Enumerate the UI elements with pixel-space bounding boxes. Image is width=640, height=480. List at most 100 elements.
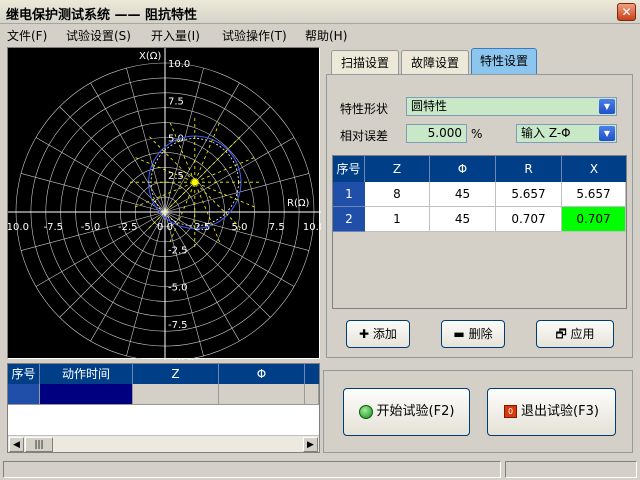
char-cell-x-selected[interactable]: 0.707 (562, 207, 626, 232)
start-label: 开始试验(F2) (376, 404, 455, 419)
x-tick-label: -5.0 (81, 222, 101, 233)
close-button[interactable]: ✕ (617, 3, 636, 21)
tab-scan-settings[interactable]: 扫描设置 (331, 50, 399, 76)
char-cell-phi[interactable]: 45 (430, 182, 496, 207)
results-header-time: 动作时间 (40, 364, 133, 384)
error-label: 相对误差 (340, 129, 389, 143)
add-button[interactable]: ✚ 添加 (346, 320, 410, 348)
x-tick-label: -7.5 (43, 222, 63, 233)
characteristic-tab-body: 特性形状 圆特性 ▼ 相对误差 5.000 % 输入 Z-Φ ▼ 序号 Z Φ … (326, 74, 633, 358)
char-cell-r[interactable]: 5.657 (496, 182, 562, 207)
char-cell-z[interactable]: 1 (365, 207, 430, 232)
grid-radial-line (164, 137, 295, 213)
start-test-button[interactable]: 开始试验(F2) (343, 388, 470, 436)
error-unit: % (471, 127, 483, 141)
apply-button[interactable]: 🗗 应用 (536, 320, 614, 348)
y-tick-label: -10.0 (168, 357, 194, 360)
y-axis-label: X(Ω) (139, 51, 161, 62)
results-cell-phi[interactable] (219, 384, 305, 405)
x-tick-label: 10.0 (303, 222, 321, 233)
menu-bar: 文件(F) 试验设置(S) 开入量(I) 试验操作(T) 帮助(H) (0, 24, 640, 44)
x-tick-label: -2.5 (118, 222, 138, 233)
settings-panel: 扫描设置 故障设置 特性设置 特性形状 圆特性 ▼ 相对误差 5.000 % 输… (323, 47, 633, 358)
menu-help[interactable]: 帮助(H) (305, 27, 347, 44)
plus-icon: ✚ (359, 327, 373, 341)
window-title: 继电保护测试系统 —— 阻抗特性 (6, 8, 198, 23)
grid-radial-line (126, 211, 166, 357)
x-tick-label: 0.0 (157, 222, 173, 233)
char-header-z: Z (365, 156, 430, 182)
grid-radial-line (164, 211, 271, 318)
impedance-plot-svg: -10.0-7.5-5.0-2.50.02.55.07.510.010.07.5… (8, 48, 321, 360)
char-cell-x[interactable]: 5.657 (562, 182, 626, 207)
char-header-r: R (496, 156, 562, 182)
status-bar (0, 459, 640, 480)
x-axis-label: R(Ω) (287, 198, 309, 209)
char-row-header[interactable]: 2 (333, 207, 365, 232)
shape-value: 圆特性 (411, 99, 448, 113)
x-tick-label: 5.0 (232, 222, 248, 233)
menu-test-settings[interactable]: 试验设置(S) (66, 27, 131, 44)
menu-binary-input[interactable]: 开入量(I) (151, 27, 200, 44)
y-tick-label: -2.5 (168, 245, 188, 256)
results-header-z: Z (133, 364, 219, 384)
shape-label: 特性形状 (340, 102, 389, 116)
char-header-x: X (562, 156, 626, 182)
tab-characteristic-settings[interactable]: 特性设置 (471, 48, 537, 76)
grid-radial-line (59, 106, 166, 213)
results-hscrollbar[interactable]: ◀ ||| ▶ (8, 435, 319, 452)
title-bar: 继电保护测试系统 —— 阻抗特性 ✕ (0, 0, 640, 24)
grid-radial-line (35, 137, 166, 213)
char-cell-z[interactable]: 8 (365, 182, 430, 207)
minus-icon: ▬ (453, 327, 469, 341)
add-label: 添加 (372, 327, 397, 341)
results-row-selector[interactable] (8, 384, 40, 405)
action-panel: 开始试验(F2) 0 退出试验(F3) (323, 370, 633, 453)
menu-file[interactable]: 文件(F) (7, 27, 47, 44)
y-tick-label: 7.5 (168, 96, 184, 107)
status-pane-right (505, 461, 637, 478)
char-row-header[interactable]: 1 (333, 182, 365, 207)
scroll-left-icon[interactable]: ◀ (9, 437, 24, 452)
tab-fault-settings[interactable]: 故障设置 (401, 50, 469, 76)
grid-radial-line (20, 173, 166, 213)
results-cell-z[interactable] (133, 384, 219, 405)
input-mode-select[interactable]: 输入 Z-Φ ▼ (516, 124, 617, 143)
shape-select[interactable]: 圆特性 ▼ (406, 97, 617, 116)
chevron-down-icon[interactable]: ▼ (599, 126, 615, 141)
char-header-no: 序号 (333, 156, 365, 182)
x-tick-label: -10.0 (8, 222, 29, 233)
results-cell-time[interactable] (40, 384, 133, 405)
results-header-phi: Φ (219, 364, 305, 384)
results-cell-extra[interactable] (305, 384, 319, 405)
results-header-no: 序号 (8, 364, 40, 384)
grid-radial-line (126, 67, 166, 213)
results-header-extra (305, 364, 319, 384)
exit-label: 退出试验(F3) (521, 404, 599, 419)
status-pane-main (3, 461, 501, 478)
apply-icon: 🗗 (555, 327, 571, 341)
grid-radial-line (90, 82, 166, 213)
results-grid: 序号 动作时间 Z Φ ◀ ||| ▶ (7, 363, 320, 453)
exit-test-button[interactable]: 0 退出试验(F3) (487, 388, 616, 436)
scroll-right-icon[interactable]: ▶ (303, 437, 318, 452)
exit-icon: 0 (504, 405, 518, 418)
delete-label: 删除 (468, 327, 493, 341)
impedance-plot[interactable]: -10.0-7.5-5.0-2.50.02.55.07.510.010.07.5… (7, 47, 321, 360)
x-tick-label: 7.5 (269, 222, 285, 233)
start-icon (358, 404, 373, 419)
char-cell-r[interactable]: 0.707 (496, 207, 562, 232)
error-input[interactable]: 5.000 (406, 124, 467, 143)
input-mode-value: 输入 Z-Φ (521, 126, 571, 140)
menu-test-operation[interactable]: 试验操作(T) (222, 27, 287, 44)
y-tick-label: -7.5 (168, 320, 188, 331)
characteristic-table: 序号 Z Φ R X 1 8 45 5.657 5.657 2 1 45 0.7… (332, 155, 627, 309)
scan-center-point (191, 179, 198, 186)
delete-button[interactable]: ▬ 删除 (441, 320, 505, 348)
char-header-phi: Φ (430, 156, 496, 182)
char-cell-phi[interactable]: 45 (430, 207, 496, 232)
scroll-thumb[interactable]: ||| (25, 437, 53, 452)
chevron-down-icon[interactable]: ▼ (599, 99, 615, 114)
apply-label: 应用 (570, 327, 595, 341)
y-tick-label: 10.0 (168, 59, 190, 70)
